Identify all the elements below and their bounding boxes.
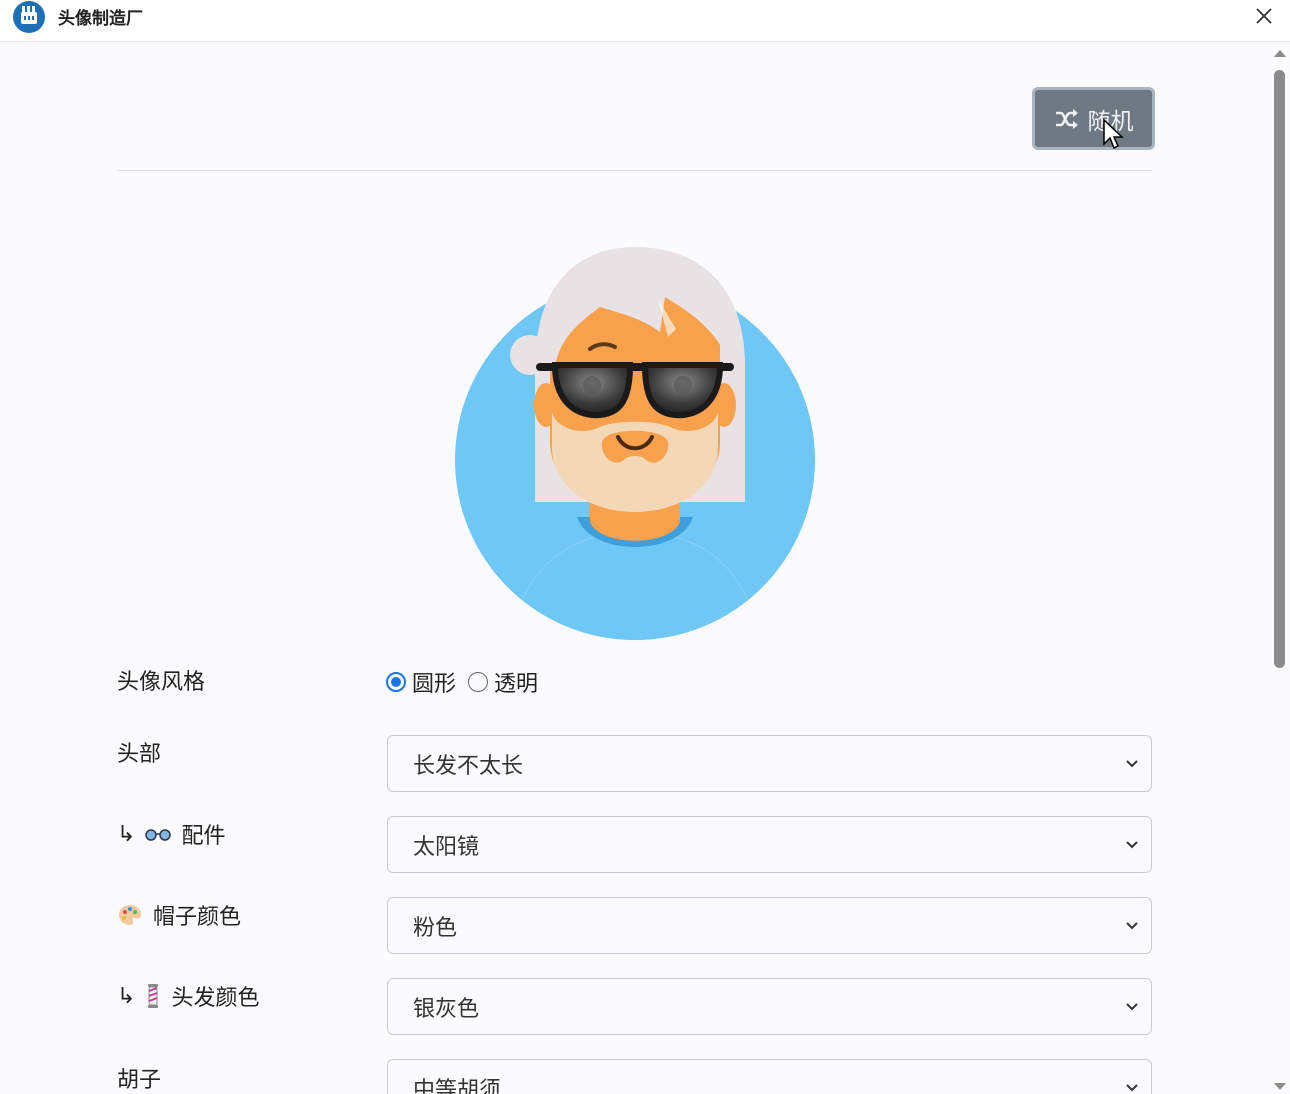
main-content: 随机 头像风格 圆形 透明 头部 长发不太长 ↳ 配件 太阳镜 帽子颜色 粉色 … [0, 42, 1270, 1094]
chevron-down-icon [1126, 1002, 1138, 1010]
accessory-label: ↳ 配件 [117, 821, 226, 850]
avatar-preview [455, 247, 815, 640]
scrollbar-thumb[interactable] [1274, 70, 1285, 668]
vertical-scrollbar[interactable] [1270, 42, 1290, 1094]
shuffle-icon [1055, 108, 1078, 129]
avatar-style-label: 头像风格 [117, 670, 206, 695]
hair-color-select[interactable]: 银灰色 [387, 978, 1152, 1035]
radio-transparent[interactable] [468, 672, 489, 692]
scroll-up-arrow-icon[interactable] [1273, 48, 1287, 58]
glasses-icon [145, 827, 172, 841]
head-label: 头部 [117, 742, 162, 767]
beard-select[interactable]: 中等胡须 [387, 1059, 1152, 1094]
chevron-down-icon [1126, 1083, 1138, 1091]
barber-pole-icon [145, 983, 161, 1009]
window-title: 头像制造厂 [58, 9, 143, 29]
factory-icon [13, 1, 45, 33]
divider [117, 170, 1152, 171]
mouse-cursor-icon [1103, 118, 1124, 150]
scroll-down-arrow-icon[interactable] [1273, 1082, 1287, 1092]
hat-color-label: 帽子颜色 [117, 899, 241, 931]
radio-circle[interactable] [386, 672, 406, 692]
chevron-down-icon [1126, 921, 1138, 929]
hair-color-label: ↳ 头发颜色 [117, 983, 260, 1012]
hat-color-select[interactable]: 粉色 [387, 897, 1152, 954]
chevron-down-icon [1126, 759, 1138, 767]
close-icon[interactable] [1252, 4, 1276, 28]
beard-label: 胡子 [117, 1068, 162, 1093]
avatar-style-radio-group: 圆形 透明 [386, 666, 550, 698]
accessory-select[interactable]: 太阳镜 [387, 816, 1152, 873]
radio-transparent-label[interactable]: 透明 [494, 666, 538, 698]
palette-icon [117, 903, 143, 927]
radio-circle-label[interactable]: 圆形 [412, 666, 456, 698]
head-select[interactable]: 长发不太长 [387, 735, 1152, 792]
random-button[interactable]: 随机 [1032, 87, 1155, 150]
chevron-down-icon [1126, 840, 1138, 848]
title-bar: 头像制造厂 [0, 0, 1290, 42]
